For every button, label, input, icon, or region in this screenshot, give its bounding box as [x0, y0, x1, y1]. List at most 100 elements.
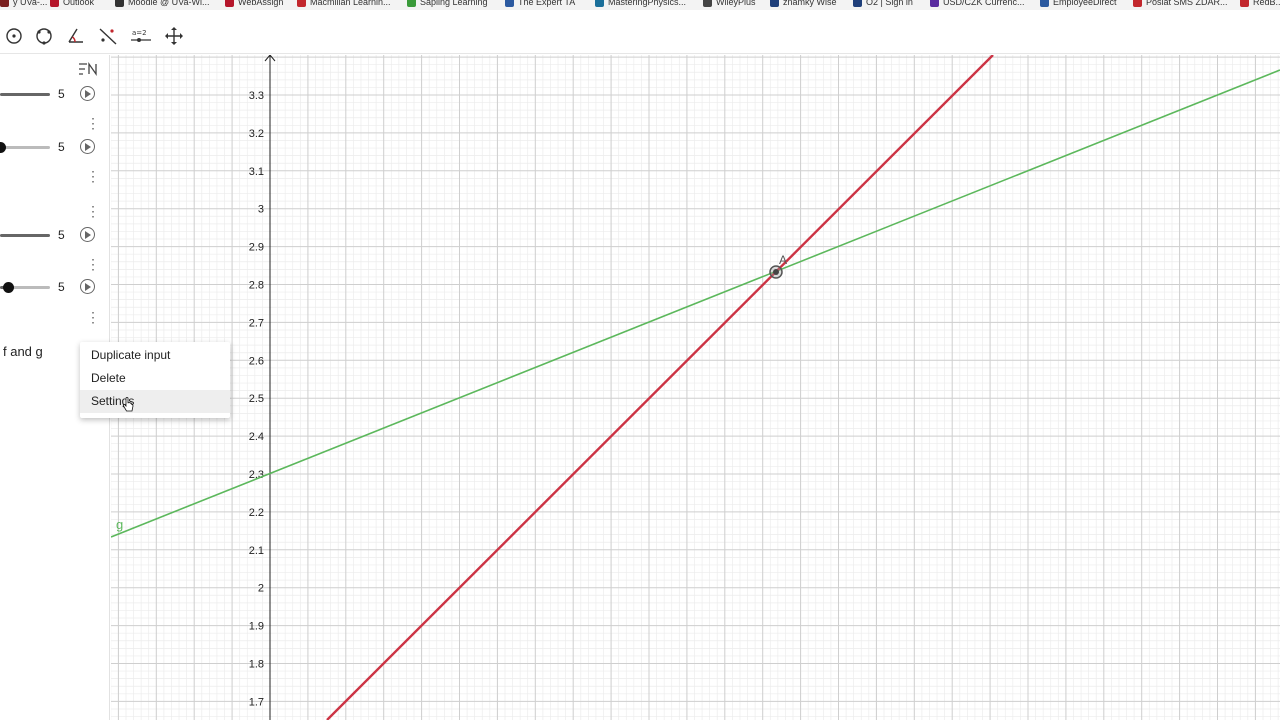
y-tick-label: 3.1	[249, 166, 264, 178]
bookmark-label: Outlook	[63, 0, 95, 7]
bookmark-item[interactable]: WileyPlus	[703, 0, 756, 8]
y-tick-label: 3	[258, 204, 264, 216]
line-g-label: g	[116, 517, 123, 532]
y-tick-label: 2.1	[249, 545, 264, 557]
play-icon[interactable]	[80, 86, 95, 101]
sort-icon[interactable]	[78, 61, 100, 77]
bookmark-favicon-icon	[770, 0, 779, 7]
angle-icon[interactable]	[62, 22, 90, 50]
bookmark-item[interactable]: Poslat SMS ZDAR...	[1133, 0, 1228, 8]
slider-value: 5	[58, 87, 65, 101]
delete-menu-item[interactable]: Delete	[80, 367, 230, 390]
line-g[interactable]	[111, 69, 1280, 538]
bookmarks-bar: y UVa-... Outlook Moodle @ UVa-Wi... WebAss…	[0, 0, 1280, 10]
bookmark-item[interactable]: Outlook	[50, 0, 94, 8]
slider-value: 5	[58, 228, 65, 242]
y-tick-label: 2.2	[249, 507, 264, 519]
bookmark-favicon-icon	[853, 0, 862, 7]
bookmark-item[interactable]: Moodle @ UVa-Wi...	[115, 0, 210, 8]
bookmark-item[interactable]: O2 | Sign in	[853, 0, 913, 8]
bookmark-favicon-icon	[1040, 0, 1049, 7]
slider-row-3[interactable]: 5	[0, 225, 110, 245]
settings-menu-item[interactable]: Settings	[80, 390, 230, 413]
more-options-icon[interactable]: ⋮	[86, 116, 100, 130]
bookmark-favicon-icon	[505, 0, 514, 7]
y-tick-label: 1.8	[249, 659, 264, 671]
y-tick-label: 2.7	[249, 317, 264, 329]
bookmark-label: MasteringPhysics...	[608, 0, 687, 7]
more-options-icon[interactable]: ⋮	[86, 310, 100, 324]
bookmark-label: EmployeeDirect	[1053, 0, 1117, 7]
context-menu: Duplicate input Delete Settings	[80, 342, 230, 418]
bookmark-favicon-icon	[407, 0, 416, 7]
more-options-icon[interactable]: ⋮	[86, 204, 100, 218]
slider-track[interactable]	[0, 146, 50, 149]
point-a[interactable]	[769, 265, 783, 279]
major-grid	[111, 55, 1280, 720]
bookmark-favicon-icon	[1133, 0, 1142, 7]
y-tick-label: 3.2	[249, 128, 264, 140]
reflect-line-icon[interactable]	[94, 22, 122, 50]
slider-knob[interactable]	[3, 282, 14, 293]
bookmark-label: Macmillan Learnin...	[310, 0, 391, 7]
slider-row-4[interactable]: 5	[0, 277, 110, 297]
y-tick-label: 2.5	[249, 393, 264, 405]
y-tick-labels: 3.33.23.132.92.82.72.62.52.42.32.22.121.…	[249, 90, 264, 708]
bookmark-label: WileyPlus	[716, 0, 756, 7]
y-tick-label: 2.6	[249, 355, 264, 367]
bookmark-item[interactable]: EmployeeDirect	[1040, 0, 1117, 8]
hand-cursor-icon	[122, 397, 134, 413]
bookmark-label: y UVa-...	[13, 0, 48, 7]
minor-grid	[111, 55, 1280, 720]
slider-row-2[interactable]: 5	[0, 137, 110, 157]
bookmark-favicon-icon	[703, 0, 712, 7]
play-icon[interactable]	[80, 227, 95, 242]
y-tick-label: 2.9	[249, 242, 264, 254]
bookmark-favicon-icon	[115, 0, 124, 7]
circle-three-points-icon[interactable]	[30, 22, 58, 50]
bookmark-item[interactable]: RedB...	[1240, 0, 1280, 8]
play-icon[interactable]	[80, 279, 95, 294]
duplicate-input-menu-item[interactable]: Duplicate input	[80, 344, 230, 367]
move-graphics-icon[interactable]	[160, 22, 188, 50]
bookmark-favicon-icon	[225, 0, 234, 7]
bookmark-label: Moodle @ UVa-Wi...	[128, 0, 210, 7]
bookmark-label: Poslat SMS ZDAR...	[1146, 0, 1228, 7]
y-tick-label: 1.9	[249, 621, 264, 633]
bookmark-label: znamky Wise	[783, 0, 837, 7]
slider-value: 5	[58, 140, 65, 154]
slider-track[interactable]	[0, 234, 50, 237]
bookmark-item[interactable]: Macmillan Learnin...	[297, 0, 391, 8]
bookmark-item[interactable]: The Expert TA	[505, 0, 575, 8]
slider-value: 5	[58, 280, 65, 294]
slider-tool-icon[interactable]: a=2	[127, 22, 155, 50]
y-tick-label: 3.3	[249, 90, 264, 102]
y-tick-label: 2	[258, 583, 264, 595]
bookmark-favicon-icon	[595, 0, 604, 7]
bookmark-label: RedB...	[1253, 0, 1280, 7]
bookmark-item[interactable]: y UVa-...	[0, 0, 47, 8]
bookmark-item[interactable]: znamky Wise	[770, 0, 837, 8]
bookmark-item[interactable]: WebAssign	[225, 0, 283, 8]
circle-center-icon[interactable]	[0, 22, 28, 50]
slider-track[interactable]	[0, 93, 50, 96]
line-f[interactable]	[326, 55, 994, 720]
bookmark-favicon-icon	[0, 0, 9, 7]
bookmark-favicon-icon	[50, 0, 59, 7]
algebra-item-label[interactable]: f and g	[3, 344, 43, 359]
bookmark-label: The Expert TA	[518, 0, 576, 7]
bookmark-item[interactable]: MasteringPhysics...	[595, 0, 686, 8]
more-options-icon[interactable]: ⋮	[86, 169, 100, 183]
bookmark-label: USD/CZK Currenc...	[943, 0, 1025, 7]
bookmark-item[interactable]: USD/CZK Currenc...	[930, 0, 1025, 8]
more-options-icon[interactable]: ⋮	[86, 257, 100, 271]
play-icon[interactable]	[80, 139, 95, 154]
slider-row-1[interactable]: 5	[0, 84, 110, 104]
bookmark-favicon-icon	[297, 0, 306, 7]
graph-canvas[interactable]: 3.33.23.132.92.82.72.62.52.42.32.22.121.…	[111, 55, 1280, 720]
graphics-view[interactable]: 3.3 3.2 3.1 3 2.9 2.8 2.7 2.6 2.5 2.4 2.3 2.2 2.1 2 1.…	[111, 55, 1280, 720]
y-tick-label: 1.7	[249, 696, 264, 708]
bookmark-item[interactable]: Sapling Learning	[407, 0, 488, 8]
bookmark-label: WebAssign	[238, 0, 284, 7]
slider-knob[interactable]	[0, 142, 6, 153]
